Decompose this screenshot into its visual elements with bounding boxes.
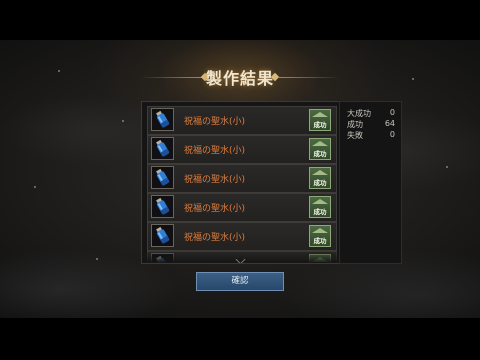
item-name: 祝福の聖水(小) bbox=[184, 204, 246, 214]
list-item[interactable]: 祝福の聖水(小) 成功 bbox=[147, 164, 337, 193]
ember-particle bbox=[34, 186, 36, 188]
ember-particle bbox=[412, 78, 414, 80]
badge-crest-icon bbox=[312, 112, 328, 117]
potion-icon bbox=[151, 108, 174, 131]
stat-value: 64 bbox=[384, 119, 395, 128]
stat-label: 成功 bbox=[347, 120, 363, 129]
success-badge: 成功 bbox=[309, 225, 331, 247]
success-badge: 成功 bbox=[309, 138, 331, 160]
list-item[interactable]: 祝福の聖水(小) 成功 bbox=[147, 222, 337, 251]
list-item[interactable]: 祝福の聖水(小) 成功 bbox=[147, 193, 337, 222]
item-name: 祝福の聖水(小) bbox=[184, 175, 246, 185]
stat-label: 大成功 bbox=[347, 109, 371, 118]
badge-crest-icon bbox=[312, 228, 328, 233]
potion-icon bbox=[151, 195, 174, 218]
list-item[interactable]: 祝福の聖水(小) 成功 bbox=[147, 135, 337, 164]
badge-label: 成功 bbox=[313, 237, 327, 245]
potion-icon bbox=[151, 137, 174, 160]
item-name: 祝福の聖水(小) bbox=[184, 117, 246, 127]
success-badge: 成功 bbox=[309, 167, 331, 189]
list-item[interactable]: 祝福の聖水(小) 成功 bbox=[147, 106, 337, 135]
badge-label: 成功 bbox=[313, 150, 327, 158]
letterbox-bottom bbox=[0, 318, 480, 360]
badge-crest-icon bbox=[312, 141, 328, 146]
result-stats-panel: 大成功 0 成功 64 失敗 0 bbox=[339, 101, 402, 264]
craft-result-list[interactable]: 祝福の聖水(小) 成功 祝福の聖水(小) 成功 祝福の聖水(小) 成功 祝福の聖水(小) 成功… bbox=[141, 101, 340, 264]
stat-value: 0 bbox=[389, 108, 395, 117]
letterbox-top bbox=[0, 0, 480, 40]
item-name: 祝福の聖水(小) bbox=[184, 146, 246, 156]
badge-label: 成功 bbox=[313, 121, 327, 129]
badge-crest-icon bbox=[312, 199, 328, 204]
stat-failure: 失敗 0 bbox=[345, 130, 397, 142]
confirm-button[interactable]: 確認 bbox=[196, 272, 284, 291]
badge-label: 成功 bbox=[313, 208, 327, 216]
stat-label: 失敗 bbox=[347, 131, 363, 140]
potion-icon bbox=[151, 166, 174, 189]
success-badge: 成功 bbox=[309, 109, 331, 131]
ember-particle bbox=[96, 258, 98, 260]
ember-particle bbox=[122, 120, 124, 122]
item-name: 祝福の聖水(小) bbox=[184, 233, 246, 243]
title-ornament-line bbox=[278, 77, 340, 78]
ember-particle bbox=[58, 70, 60, 72]
game-screen: 製作結果 祝福の聖水(小) 成功 祝福の聖水(小) 成功 祝福の聖水(小) 成功 祝福の聖水… bbox=[0, 0, 480, 360]
ember-particle bbox=[446, 166, 448, 168]
badge-label: 成功 bbox=[313, 179, 327, 187]
badge-crest-icon bbox=[312, 170, 328, 175]
success-badge: 成功 bbox=[309, 196, 331, 218]
potion-icon bbox=[151, 224, 174, 247]
stat-value: 0 bbox=[389, 130, 395, 139]
dialog-title: 製作結果 bbox=[140, 62, 340, 92]
